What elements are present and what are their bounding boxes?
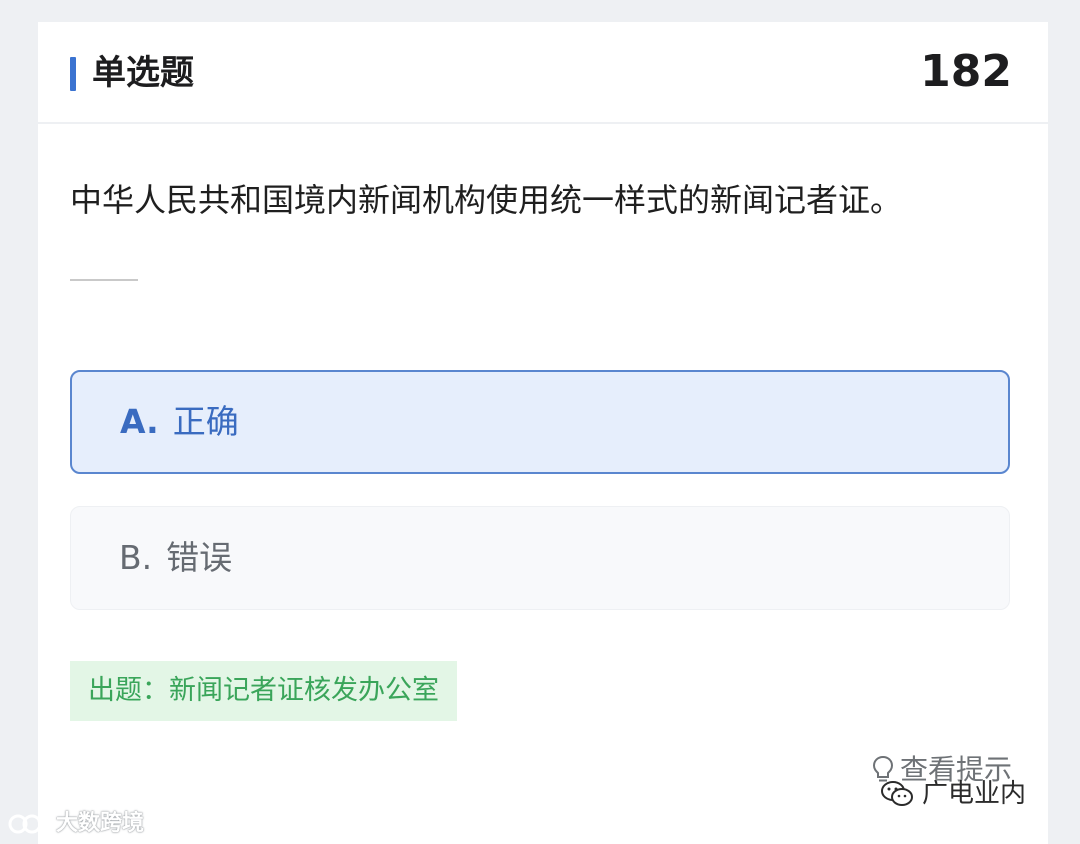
source-badge: 出题：新闻记者证核发办公室 (70, 661, 457, 721)
watermark-right: 广电业内 (880, 774, 1026, 814)
question-type-label: 单选题 (92, 53, 194, 93)
question-number: 182 (920, 46, 1012, 97)
watermark-right-text: 广电业内 (922, 779, 1027, 809)
question-header: 单选题 182 (38, 22, 1048, 122)
question-text: 中华人民共和国境内新闻机构使用统一样式的新闻记者证。 (70, 181, 903, 219)
option-a-label: 正确 (172, 402, 239, 441)
divider (70, 279, 138, 281)
watermark-left: 大数跨境 (8, 806, 144, 842)
accent-bar (70, 57, 76, 91)
option-a-letter: A. (120, 402, 159, 441)
question-card: 中华人民共和国境内新闻机构使用统一样式的新闻记者证。 A. 正确 B. 错误 出… (38, 124, 1048, 844)
watermark-left-text: 大数跨境 (56, 811, 145, 836)
option-b-letter: B. (119, 538, 153, 577)
wechat-icon (881, 781, 913, 806)
option-a-button[interactable]: A. 正确 (70, 370, 1010, 474)
watermark-logo-icon (8, 813, 51, 834)
option-b-button[interactable]: B. 错误 (70, 506, 1010, 610)
option-b-label: 错误 (166, 538, 233, 577)
